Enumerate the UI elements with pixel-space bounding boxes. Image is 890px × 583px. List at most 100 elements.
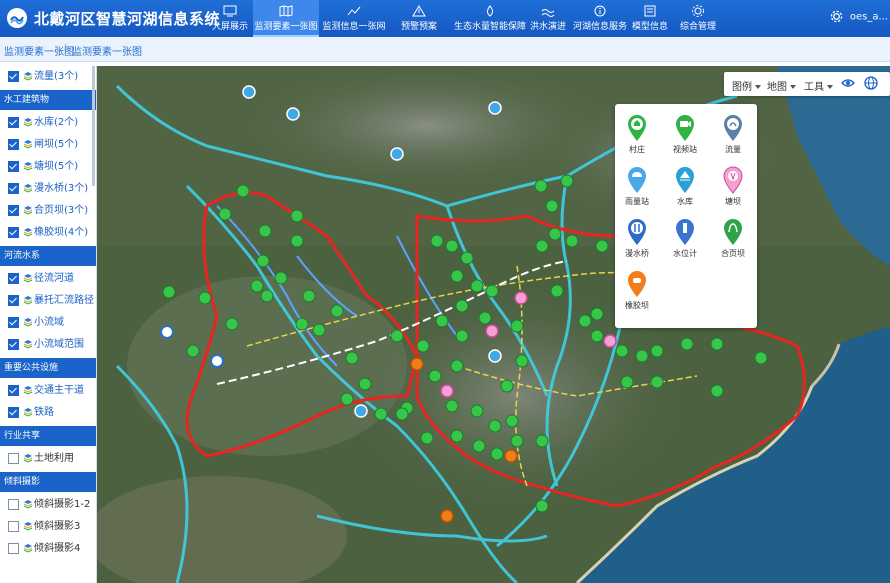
layer-label: 倾斜摄影1-2 xyxy=(34,499,91,510)
layer-label: 闸坝(5个) xyxy=(34,139,79,150)
legend-item-bridge: 漫水桥 xyxy=(617,218,657,259)
nav-label: 监测信息一张网 xyxy=(322,22,386,32)
checkbox[interactable] xyxy=(8,226,19,238)
user-menu[interactable]: oes_a... xyxy=(830,10,888,23)
tools-dropdown-label: 工具 xyxy=(804,82,824,93)
legend-item-reservoir: 水库 xyxy=(665,166,705,207)
checkbox[interactable] xyxy=(8,294,19,306)
nav-big-screen[interactable]: 大屏展示 xyxy=(207,0,253,37)
checkbox[interactable] xyxy=(8,316,19,328)
legend-label: 塘坝 xyxy=(725,197,741,206)
map-icon xyxy=(279,5,293,17)
screen-icon xyxy=(223,5,237,17)
checkbox[interactable] xyxy=(8,160,19,172)
water-icon xyxy=(487,5,493,17)
nav-label: 监测要素一张图 xyxy=(254,22,318,32)
checkbox[interactable] xyxy=(8,182,19,194)
layer-item-rubber-dam[interactable]: 橡胶坝(4个) xyxy=(0,222,96,244)
checkbox[interactable] xyxy=(8,498,19,510)
nav-eco-water[interactable]: 生态水量智能保障 xyxy=(450,0,530,37)
checkbox[interactable] xyxy=(8,70,19,82)
layer-label: 橡胶坝(4个) xyxy=(34,227,89,238)
rain-icon xyxy=(628,167,646,193)
layer-item-hinge-dam[interactable]: 合页坝(3个) xyxy=(0,200,96,222)
group-oblique-photo[interactable]: 倾斜摄影 xyxy=(0,472,96,492)
group-hydraulic-structures[interactable]: 水工建筑物 xyxy=(0,90,96,110)
reservoir-icon xyxy=(676,167,694,193)
nav-warning[interactable]: 预警预案 xyxy=(394,0,444,37)
layer-icon xyxy=(23,296,33,305)
layer-label: 倾斜摄影4 xyxy=(34,543,81,554)
layer-item-land-use[interactable]: 土地利用 xyxy=(0,448,96,470)
legend-dropdown[interactable]: 图例 xyxy=(732,78,761,93)
layer-label: 流量(3个) xyxy=(34,71,79,82)
layer-item-oblique-1-2[interactable]: 倾斜摄影1-2 xyxy=(0,494,96,516)
chevron-down-icon xyxy=(755,85,761,89)
group-industry-share[interactable]: 行业共享 xyxy=(0,426,96,446)
village-icon xyxy=(628,115,646,141)
basemap-dropdown[interactable]: 地图 xyxy=(767,78,796,93)
breadcrumb: 监测要素一张图 | 监测要素一张图 xyxy=(0,37,890,62)
nav-manage[interactable]: 综合管理 xyxy=(676,0,720,37)
nav-river-info[interactable]: 河湖信息服务 xyxy=(570,0,630,37)
nav-monitor-map[interactable]: 监测要素一张图 xyxy=(253,0,319,37)
layer-label: 土地利用 xyxy=(34,453,74,464)
checkbox[interactable] xyxy=(8,384,19,396)
checkbox[interactable] xyxy=(8,138,19,150)
layer-icon xyxy=(23,340,33,349)
layer-item-small-basin[interactable]: 小流域 xyxy=(0,312,96,334)
map-view[interactable] xyxy=(97,66,890,583)
layer-item-reservoir[interactable]: 水库(2个) xyxy=(0,112,96,134)
settings-icon[interactable] xyxy=(830,10,843,23)
checkbox[interactable] xyxy=(8,520,19,532)
globe-icon[interactable] xyxy=(864,76,878,90)
checkbox[interactable] xyxy=(8,116,19,128)
nav-model[interactable]: 模型信息 xyxy=(628,0,672,37)
layer-item-oblique-3[interactable]: 倾斜摄影3 xyxy=(0,516,96,538)
nav-label: 河湖信息服务 xyxy=(572,22,627,32)
legend-panel: 村庄 视频站 流量 雨量站 水库 塘坝 漫水桥 水位计 合页坝 橡胶坝 xyxy=(615,104,757,328)
checkbox[interactable] xyxy=(8,272,19,284)
layer-item-main-road[interactable]: 交通主干道 xyxy=(0,380,96,402)
checkbox[interactable] xyxy=(8,204,19,216)
warning-icon xyxy=(412,5,426,17)
layer-item-runoff-river[interactable]: 径流河道 xyxy=(0,268,96,290)
checkbox[interactable] xyxy=(8,542,19,554)
legend-item-video: 视频站 xyxy=(665,114,705,155)
layer-item-pond-dam[interactable]: 塘坝(5个) xyxy=(0,156,96,178)
layer-item-railway[interactable]: 铁路 xyxy=(0,402,96,424)
chart-icon xyxy=(347,6,361,16)
bridge-icon xyxy=(628,219,646,245)
layer-label: 铁路 xyxy=(34,407,54,418)
group-public-facilities[interactable]: 重要公共设施 xyxy=(0,358,96,378)
layer-icon xyxy=(23,386,33,395)
satellite-map[interactable] xyxy=(97,66,890,583)
top-header: 北戴河区智慧河湖信息系统 大屏展示 监测要素一张图 监测信息一张网 预警预案 生… xyxy=(0,0,890,37)
layer-icon xyxy=(23,522,33,531)
legend-item-rubber-dam: 橡胶坝 xyxy=(617,270,657,311)
nav-monitor-net[interactable]: 监测信息一张网 xyxy=(321,0,387,37)
eye-icon[interactable] xyxy=(841,77,855,89)
map-toolbar: 图例 地图 工具 xyxy=(724,72,890,96)
username: oes_a... xyxy=(849,11,888,23)
layer-item-overflow-bridge[interactable]: 漫水桥(3个) xyxy=(0,178,96,200)
layer-item-flow[interactable]: 流量(3个) xyxy=(0,66,96,88)
checkbox[interactable] xyxy=(8,452,19,464)
group-river-system[interactable]: 河流水系 xyxy=(0,246,96,266)
sidebar-scrollbar[interactable] xyxy=(92,66,95,186)
layer-item-sluice[interactable]: 闸坝(5个) xyxy=(0,134,96,156)
layer-item-confluence-path[interactable]: 暴托汇流路径 xyxy=(0,290,96,312)
legend-label: 视频站 xyxy=(673,145,697,154)
checkbox[interactable] xyxy=(8,338,19,350)
nav-label: 预警预案 xyxy=(400,22,437,32)
nav-flood[interactable]: 洪水演进 xyxy=(527,0,569,37)
layer-item-oblique-4[interactable]: 倾斜摄影4 xyxy=(0,538,96,560)
pond-dam-icon xyxy=(723,166,743,194)
layer-item-small-basin-range[interactable]: 小流域范围 xyxy=(0,334,96,356)
nav-label: 生态水量智能保障 xyxy=(453,22,526,32)
checkbox[interactable] xyxy=(8,406,19,418)
layer-icon xyxy=(23,454,33,463)
tools-dropdown[interactable]: 工具 xyxy=(804,78,833,93)
breadcrumb-item-current[interactable]: 监测要素一张图 xyxy=(72,43,142,58)
layer-label: 交通主干道 xyxy=(34,385,84,396)
